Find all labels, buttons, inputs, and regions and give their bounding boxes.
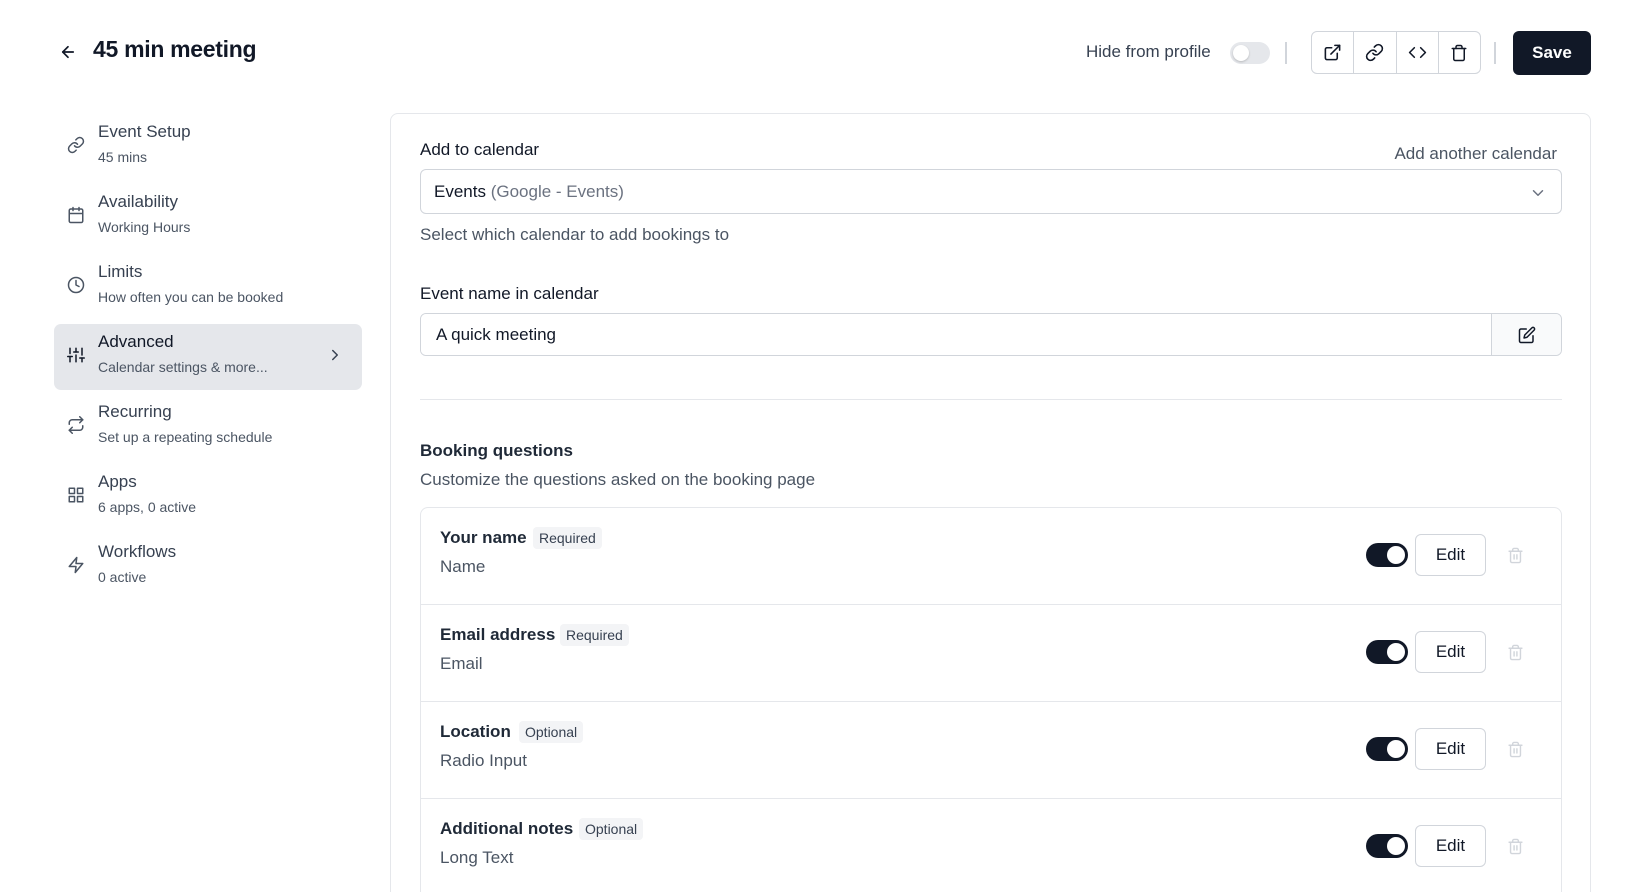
- delete-question-button[interactable]: [1505, 642, 1525, 662]
- external-link-icon: [1324, 44, 1341, 61]
- sidebar-item-advanced[interactable]: Advanced Calendar settings & more...: [54, 324, 362, 390]
- edit-question-button[interactable]: Edit: [1415, 534, 1486, 576]
- add-another-calendar-link[interactable]: Add another calendar: [1394, 144, 1557, 164]
- sidebar-item-title: Workflows: [98, 542, 177, 561]
- delete-event-button[interactable]: [1439, 32, 1480, 73]
- required-badge: Required: [533, 527, 602, 549]
- calendar-helper-text: Select which calendar to add bookings to: [420, 225, 730, 244]
- hide-from-profile-label: Hide from profile: [1086, 42, 1211, 61]
- sidebar-item-title: Apps: [98, 472, 137, 491]
- question-label: Email address: [440, 625, 556, 644]
- question-label: Location: [440, 722, 511, 741]
- calendar-icon: [66, 205, 86, 225]
- event-name-label: Event name in calendar: [420, 284, 599, 303]
- sidebar-item-workflows[interactable]: Workflows 0 active: [54, 534, 362, 600]
- booking-questions-list: Your name Required Name Edit Email addre…: [420, 507, 1562, 892]
- back-button[interactable]: [56, 40, 80, 64]
- trash-icon: [1507, 547, 1523, 563]
- event-name-input[interactable]: [421, 314, 1491, 355]
- edit-question-button[interactable]: Edit: [1415, 631, 1486, 673]
- question-enabled-toggle[interactable]: [1366, 834, 1408, 858]
- optional-badge: Optional: [519, 721, 584, 743]
- question-enabled-toggle[interactable]: [1366, 640, 1408, 664]
- required-badge: Required: [560, 624, 629, 646]
- page-title: 45 min meeting: [93, 36, 257, 62]
- sidebar-item-title: Availability: [98, 192, 179, 211]
- question-label: Additional notes: [440, 819, 574, 838]
- preview-button[interactable]: [1312, 32, 1355, 73]
- arrow-left-icon: [61, 45, 75, 59]
- delete-question-button[interactable]: [1505, 739, 1525, 759]
- zap-icon: [66, 555, 86, 575]
- sidebar-item-subtitle: Working Hours: [98, 219, 191, 235]
- trash-icon: [1507, 838, 1523, 854]
- clock-icon: [66, 275, 86, 295]
- embed-button[interactable]: [1397, 32, 1439, 73]
- trash-icon: [1451, 44, 1467, 61]
- trash-icon: [1507, 644, 1523, 660]
- sidebar-item-event-setup[interactable]: Event Setup 45 mins: [54, 114, 362, 180]
- chevron-down-icon: [1529, 184, 1547, 207]
- delete-question-button[interactable]: [1505, 836, 1525, 856]
- section-divider: [420, 399, 1562, 400]
- event-actions-group: [1311, 31, 1481, 74]
- divider: [1285, 42, 1287, 64]
- calendar-select[interactable]: Events (Google - Events): [420, 169, 1562, 214]
- edit-question-button[interactable]: Edit: [1415, 825, 1486, 867]
- question-type: Long Text: [440, 848, 514, 867]
- divider: [1494, 42, 1496, 64]
- chevron-right-icon: [326, 346, 344, 369]
- sidebar-item-limits[interactable]: Limits How often you can be booked: [54, 254, 362, 320]
- sidebar-item-title: Recurring: [98, 402, 172, 421]
- sidebar-nav: Event Setup 45 mins Availability Working…: [54, 114, 362, 604]
- sidebar-item-title: Advanced: [98, 332, 174, 351]
- delete-question-button[interactable]: [1505, 545, 1525, 565]
- sidebar-item-subtitle: 0 active: [98, 569, 147, 585]
- question-type: Email: [440, 654, 483, 673]
- link-icon: [66, 135, 86, 155]
- sidebar-item-subtitle: Calendar settings & more...: [98, 359, 268, 375]
- event-name-field: [420, 313, 1562, 356]
- question-row: Email address Required Email Edit: [421, 605, 1561, 702]
- question-enabled-toggle[interactable]: [1366, 737, 1408, 761]
- hide-from-profile-toggle[interactable]: [1230, 42, 1270, 64]
- sidebar-item-subtitle: How often you can be booked: [98, 289, 284, 305]
- sidebar-item-apps[interactable]: Apps 6 apps, 0 active: [54, 464, 362, 530]
- booking-questions-title: Booking questions: [420, 441, 573, 460]
- edit-event-name-button[interactable]: [1491, 314, 1561, 355]
- repeat-icon: [66, 415, 86, 435]
- trash-icon: [1507, 741, 1523, 757]
- question-enabled-toggle[interactable]: [1366, 543, 1408, 567]
- sidebar-item-title: Event Setup: [98, 122, 191, 141]
- question-row: Additional notes Optional Long Text Edit: [421, 799, 1561, 892]
- calendar-select-value: Events (Google - Events): [434, 182, 624, 202]
- question-row: Your name Required Name Edit: [421, 508, 1561, 605]
- question-label: Your name: [440, 528, 527, 547]
- grid-icon: [66, 485, 86, 505]
- sidebar-item-recurring[interactable]: Recurring Set up a repeating schedule: [54, 394, 362, 460]
- question-type: Radio Input: [440, 751, 527, 770]
- save-button[interactable]: Save: [1513, 31, 1591, 75]
- edit-question-button[interactable]: Edit: [1415, 728, 1486, 770]
- calendar-name: Events: [434, 182, 486, 201]
- add-to-calendar-label: Add to calendar: [420, 140, 540, 159]
- sidebar-item-title: Limits: [98, 262, 143, 281]
- sliders-icon: [66, 345, 86, 365]
- booking-questions-subtitle: Customize the questions asked on the boo…: [420, 470, 816, 489]
- copy-link-button[interactable]: [1354, 32, 1397, 73]
- sidebar-item-subtitle: 6 apps, 0 active: [98, 499, 197, 515]
- sidebar-item-subtitle: Set up a repeating schedule: [98, 429, 273, 445]
- question-row: Location Optional Radio Input Edit: [421, 702, 1561, 799]
- sidebar-item-availability[interactable]: Availability Working Hours: [54, 184, 362, 250]
- link-icon: [1366, 43, 1384, 62]
- optional-badge: Optional: [579, 818, 644, 840]
- code-icon: [1408, 46, 1426, 59]
- sidebar-item-subtitle: 45 mins: [98, 149, 148, 165]
- calendar-provider: (Google - Events): [490, 182, 624, 201]
- edit-icon: [1518, 326, 1535, 343]
- question-type: Name: [440, 557, 486, 576]
